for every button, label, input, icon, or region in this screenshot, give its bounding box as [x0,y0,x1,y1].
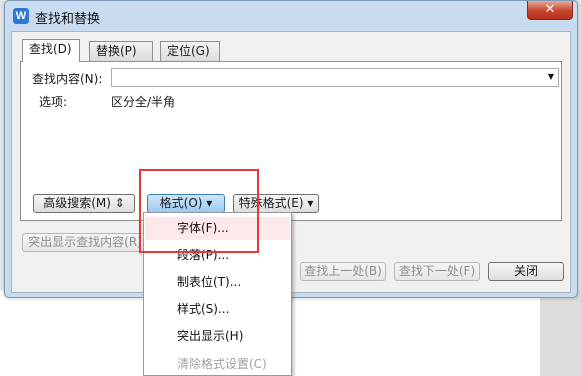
options-label: 选项: [39,95,68,109]
window-close-button[interactable]: ✕ [527,1,573,20]
find-next-button[interactable]: 查找下一处(F) [394,262,480,281]
menu-item-highlight[interactable]: 突出显示(H) [145,325,290,348]
advanced-search-button[interactable]: 高级搜索(M) ⇕ [33,194,135,213]
close-button[interactable]: 关闭 [488,262,564,281]
tab-find[interactable]: 查找(D) [22,39,80,62]
options-value: 区分全/半角 [111,95,176,109]
find-what-label: 查找内容(N): [32,72,103,86]
document-margin [540,290,581,376]
find-previous-button[interactable]: 查找上一处(B) [300,262,386,281]
menu-item-tabs[interactable]: 制表位(T)... [145,271,290,294]
highlight-find-results-button[interactable]: 突出显示查找内容(R) [22,233,148,252]
menu-item-clear-formatting[interactable]: 清除格式设置(C) [145,353,290,376]
dialog-title: 查找和替换 [35,12,101,27]
annotation-highlight-box [139,169,259,253]
dropdown-arrow-icon[interactable]: ▼ [548,72,554,81]
find-tab-panel: 查找内容(N): ▼ 选项: 区分全/半角 高级搜索(M) ⇕ 格式(O) ▾ … [20,61,562,221]
title-bar[interactable]: W 查找和替换 ✕ [5,1,577,31]
close-icon: ✕ [544,2,556,17]
find-what-input[interactable]: ▼ [111,68,559,87]
menu-item-style[interactable]: 样式(S)... [145,298,290,321]
tab-goto[interactable]: 定位(G) [160,41,220,61]
wps-writer-icon: W [13,8,29,24]
tab-replace[interactable]: 替换(P) [89,41,153,61]
